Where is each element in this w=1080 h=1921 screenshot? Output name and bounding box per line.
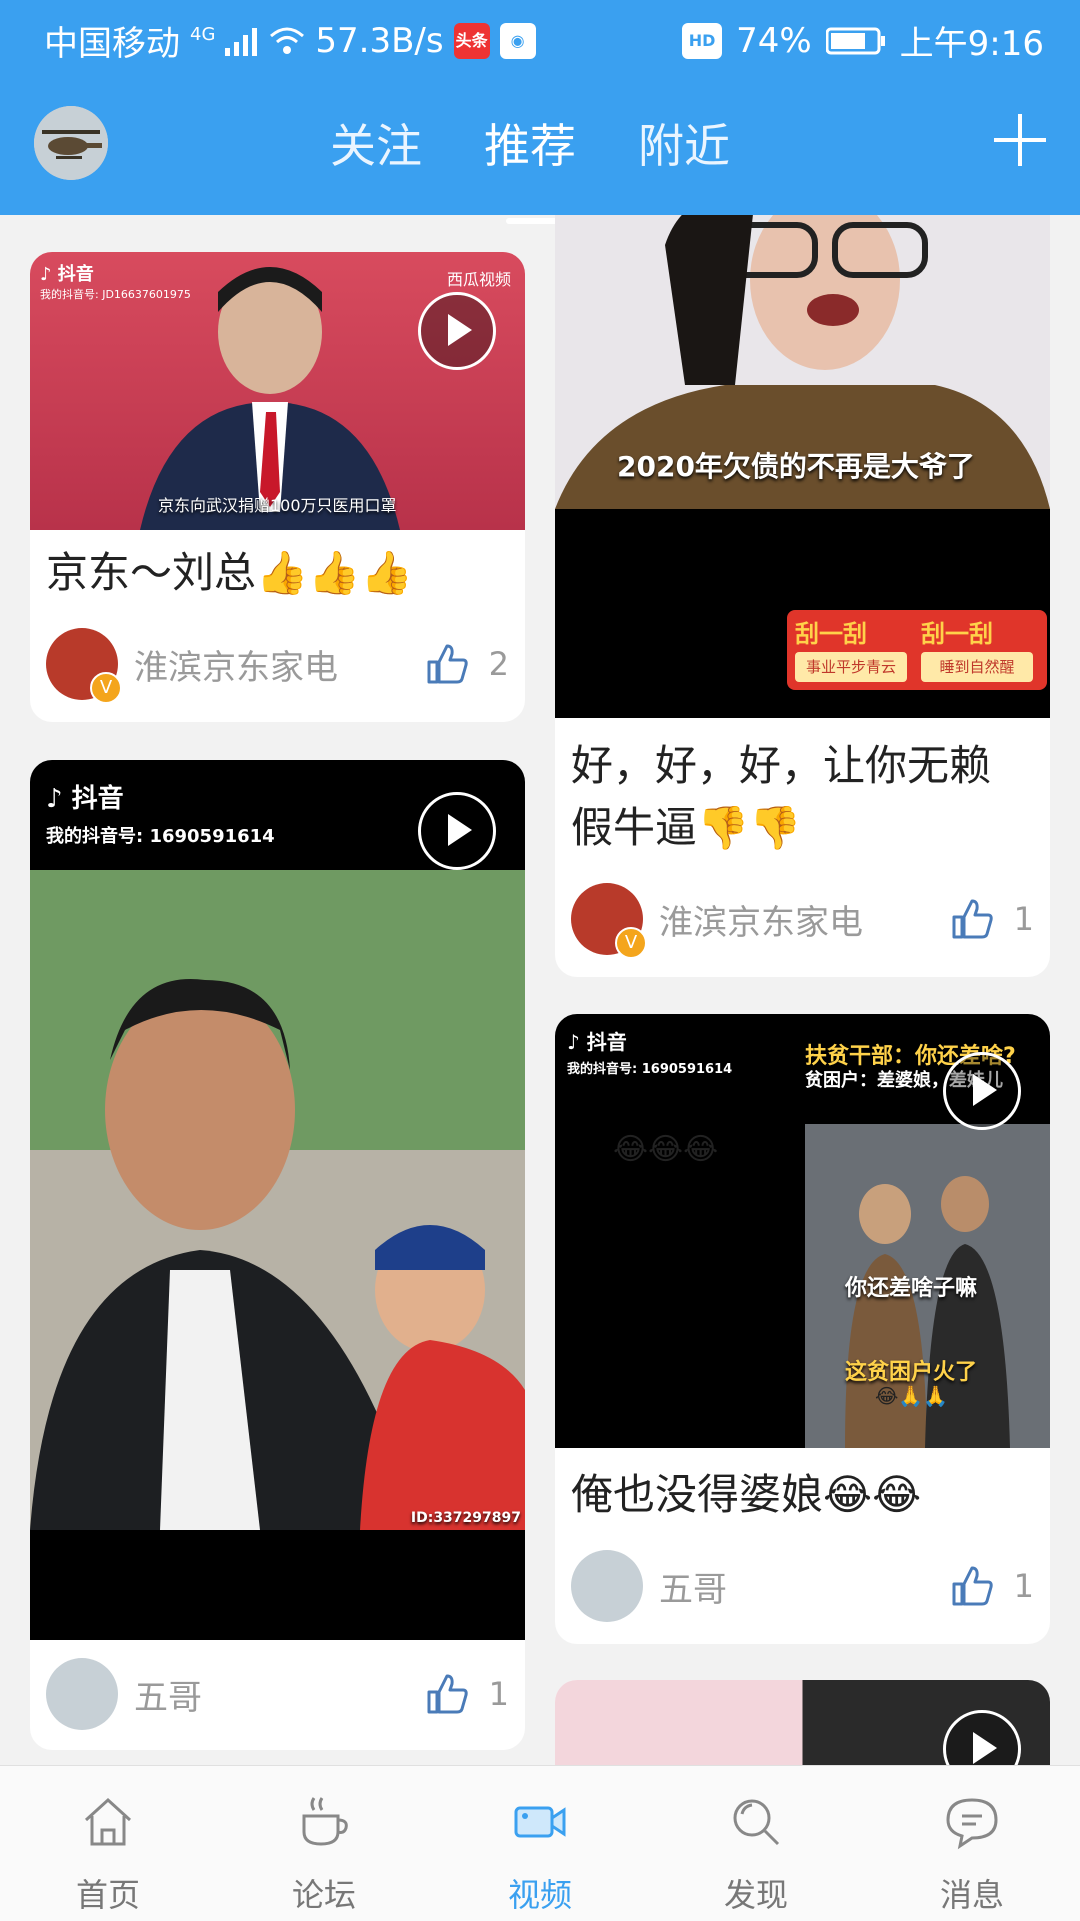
emoji-row: 😂😂😂 xyxy=(613,1132,719,1167)
top-nav: 关注 推荐 附近 xyxy=(0,78,1080,224)
thumbs-up-icon[interactable] xyxy=(425,1672,469,1716)
scratch-card-banner: 刮一刮 刮一刮 事业平步青云 睡到自然醒 xyxy=(787,610,1047,690)
verified-icon: V xyxy=(90,672,122,704)
nav-discover-label: 发现 xyxy=(723,1876,788,1914)
author-name[interactable]: 淮滨京东家电 xyxy=(659,895,950,944)
video-caption: 2020年欠债的不再是大爷了 xyxy=(617,450,975,483)
like-count: 2 xyxy=(488,645,509,683)
video-caption-1: 你还差啥子嘛 xyxy=(845,1276,978,1301)
douyin-id-tag: ID:337297897 xyxy=(410,1510,521,1526)
card-meta: V 淮滨京东家电 1 xyxy=(571,881,1034,959)
author-name[interactable]: 五哥 xyxy=(134,1670,425,1719)
nav-forum-label: 论坛 xyxy=(291,1876,356,1914)
video-card[interactable]: ♪ 抖音 我的抖音号: 1690591614 扶贫干部：你还差啥? 贫困户：差婆… xyxy=(555,1014,1050,1644)
app-header: 中国移动 4G 57.3B/s 头条 ◉ HD 74% 上午9:16 关注 推荐… xyxy=(0,0,1080,224)
card-meta: 五哥 1 xyxy=(46,1656,509,1732)
add-post-button[interactable] xyxy=(994,114,1046,166)
tab-recommend[interactable]: 推荐 xyxy=(484,110,576,224)
nav-forum[interactable]: 论坛 xyxy=(216,1766,432,1921)
douyin-account: 我的抖音号: 1690591614 xyxy=(567,1062,733,1077)
helicopter-avatar-icon xyxy=(34,106,108,180)
video-feed[interactable]: ♪ 抖音 我的抖音号: JD16637601975 西瓜视频 京东向武汉捐赠10… xyxy=(0,215,1080,1765)
thumbs-up-icon[interactable] xyxy=(950,1564,994,1608)
nav-messages-label: 消息 xyxy=(939,1876,1004,1914)
status-bar: 中国移动 4G 57.3B/s 头条 ◉ HD 74% 上午9:16 xyxy=(0,0,1080,78)
xigua-source: 西瓜视频 xyxy=(446,270,511,289)
author-avatar[interactable]: V xyxy=(46,628,122,704)
like-count: 1 xyxy=(1013,1567,1034,1605)
douyin-watermark: ♪ 抖音 xyxy=(567,1030,627,1054)
verified-icon: V xyxy=(615,927,647,959)
scratch-label-1: 刮一刮 xyxy=(795,620,867,648)
video-card[interactable] xyxy=(555,1680,1050,1765)
scratch-sub-1: 事业平步青云 xyxy=(795,652,907,682)
clock: 上午9:16 xyxy=(899,24,1044,64)
play-button[interactable] xyxy=(943,1052,1021,1130)
douyin-account: 我的抖音号: JD16637601975 xyxy=(40,288,191,301)
video-card[interactable]: ♪ 抖音 我的抖音号: JD16637601975 西瓜视频 京东向武汉捐赠10… xyxy=(30,252,525,722)
network-speed: 57.3B/s xyxy=(315,20,444,61)
author-avatar[interactable] xyxy=(571,1550,643,1622)
video-caption: 京东向武汉捐赠100万只医用口罩 xyxy=(158,496,397,515)
author-avatar[interactable] xyxy=(46,1658,118,1730)
cup-icon xyxy=(302,1797,348,1846)
card-meta: V 淮滨京东家电 2 xyxy=(46,626,509,704)
video-icon xyxy=(514,1806,566,1838)
like-count: 1 xyxy=(488,1675,509,1713)
nav-video-label: 视频 xyxy=(507,1876,572,1914)
nav-home[interactable]: 首页 xyxy=(0,1766,216,1921)
like-count: 1 xyxy=(1013,900,1034,938)
video-thumbnail[interactable]: 2020年欠债的不再是大爷了 刮一刮 刮一刮 事业平步青云 睡到自然醒 xyxy=(555,215,1050,718)
douyin-account: 我的抖音号: 1690591614 xyxy=(46,826,275,847)
card-title: 好，好，好，让你无赖假牛逼👎👎 xyxy=(571,741,992,852)
hd-badge: HD xyxy=(682,22,723,59)
douyin-watermark: ♪ 抖音 xyxy=(46,784,124,814)
user-avatar[interactable] xyxy=(34,106,108,180)
battery-icon xyxy=(825,27,885,54)
card-title: 京东～刘总👍👍👍 xyxy=(46,548,413,597)
bottom-nav: 首页 论坛 视频 发现 消息 xyxy=(0,1765,1080,1921)
search-icon xyxy=(733,1799,780,1846)
tab-nearby[interactable]: 附近 xyxy=(638,110,730,176)
battery-percent: 74% xyxy=(736,20,812,61)
author-name[interactable]: 淮滨京东家电 xyxy=(134,640,425,689)
signal-icon xyxy=(225,27,258,56)
card-meta: 五哥 1 xyxy=(571,1548,1034,1624)
message-icon xyxy=(946,1798,998,1850)
video-thumbnail[interactable]: ♪ 抖音 我的抖音号: 1690591614 ID:337297897 xyxy=(30,760,525,1640)
feed-tabs: 关注 推荐 附近 xyxy=(330,110,730,224)
tab-follow[interactable]: 关注 xyxy=(330,110,422,176)
thumbs-up-icon[interactable] xyxy=(425,642,469,686)
video-caption-2: 这贫困户火了 xyxy=(845,1360,978,1385)
video-caption-2-emojis: 😂🙏🙏 xyxy=(875,1384,949,1408)
douyin-watermark: ♪ 抖音 xyxy=(40,264,94,285)
play-button[interactable] xyxy=(418,792,496,870)
card-title: 俺也没得婆娘😂😂 xyxy=(571,1470,922,1519)
app-badge-icon: ◉ xyxy=(499,22,536,59)
scratch-sub-2: 睡到自然醒 xyxy=(921,652,1033,682)
video-thumbnail[interactable]: ♪ 抖音 我的抖音号: JD16637601975 西瓜视频 京东向武汉捐赠10… xyxy=(30,252,525,530)
author-name[interactable]: 五哥 xyxy=(659,1562,950,1611)
network-label: 4G xyxy=(190,24,216,45)
video-card[interactable]: ♪ 抖音 我的抖音号: 1690591614 ID:337297897 五哥 1 xyxy=(30,760,525,1750)
video-thumbnail[interactable]: ♪ 抖音 我的抖音号: 1690591614 扶贫干部：你还差啥? 贫困户：差婆… xyxy=(555,1014,1050,1448)
video-card[interactable]: 2020年欠债的不再是大爷了 刮一刮 刮一刮 事业平步青云 睡到自然醒 好，好，… xyxy=(555,215,1050,977)
selfie-thumbnail xyxy=(30,870,525,1530)
nav-messages[interactable]: 消息 xyxy=(864,1766,1080,1921)
nav-home-label: 首页 xyxy=(75,1876,140,1914)
home-icon xyxy=(84,1797,132,1846)
author-avatar[interactable]: V xyxy=(571,883,647,959)
nav-video[interactable]: 视频 xyxy=(432,1766,648,1921)
thumbs-up-icon[interactable] xyxy=(950,897,994,941)
wifi-icon xyxy=(270,27,305,54)
scratch-label-2: 刮一刮 xyxy=(921,620,993,648)
carrier-label: 中国移动 xyxy=(44,24,180,64)
play-button[interactable] xyxy=(418,292,496,370)
nav-discover[interactable]: 发现 xyxy=(648,1766,864,1921)
toutiao-badge-icon: 头条 xyxy=(453,22,490,59)
